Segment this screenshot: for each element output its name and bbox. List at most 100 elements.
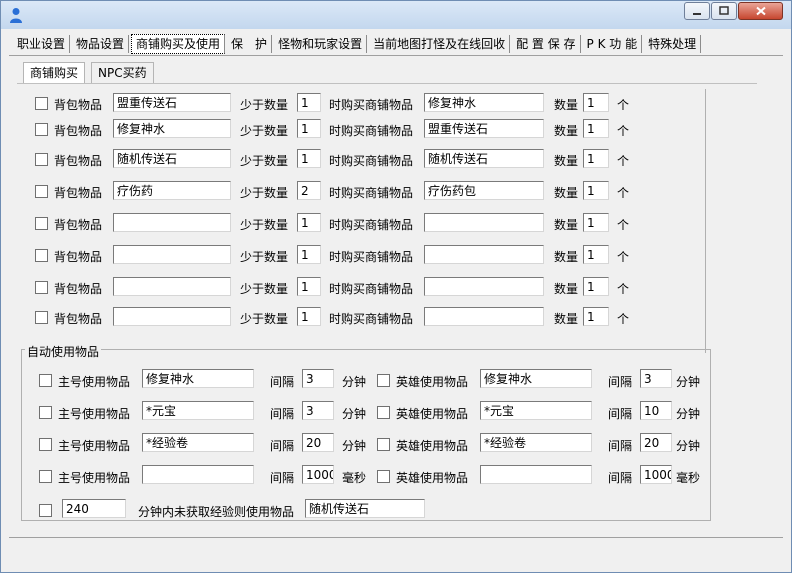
quantity-label: 数量	[554, 312, 579, 326]
min-quantity-input[interactable]: 1	[297, 93, 321, 112]
buy-shop-item-label: 时购买商铺物品	[329, 154, 414, 168]
hero-interval-input[interactable]: 3	[640, 369, 672, 388]
main-use-checkbox[interactable]	[39, 406, 52, 419]
bag-item-label: 背包物品	[54, 312, 103, 326]
hero-interval-label: 间隔	[608, 439, 633, 453]
hero-interval-input[interactable]: 10	[640, 401, 672, 420]
min-quantity-input[interactable]: 1	[297, 119, 321, 138]
shop-item-input[interactable]: 疗伤药包	[424, 181, 544, 200]
main-use-checkbox[interactable]	[39, 470, 52, 483]
hero-interval-unit: 分钟	[676, 439, 701, 453]
no-exp-minutes-input[interactable]: 240	[62, 499, 126, 518]
minimize-button[interactable]	[684, 2, 710, 20]
less-than-label: 少于数量	[240, 154, 289, 168]
hero-interval-unit: 毫秒	[676, 471, 701, 485]
shop-item-input[interactable]: 随机传送石	[424, 149, 544, 168]
main-use-item-input[interactable]: *元宝	[142, 401, 254, 420]
purchase-enable-checkbox[interactable]	[35, 153, 48, 166]
tab-items[interactable]: 物品设置	[72, 35, 130, 53]
status-bar	[9, 537, 783, 566]
shop-item-input[interactable]: 修复神水	[424, 93, 544, 112]
purchase-enable-checkbox[interactable]	[35, 123, 48, 136]
hero-use-item-input[interactable]: 修复神水	[480, 369, 592, 388]
main-interval-label: 间隔	[270, 439, 295, 453]
subtab-shop-buy[interactable]: 商铺购买	[23, 62, 86, 83]
hero-use-item-input[interactable]: *元宝	[480, 401, 592, 420]
hero-use-checkbox[interactable]	[377, 374, 390, 387]
buy-quantity-input[interactable]: 1	[583, 93, 609, 112]
min-quantity-input[interactable]: 1	[297, 277, 321, 296]
main-interval-input[interactable]: 20	[302, 433, 334, 452]
tab-shop[interactable]: 商铺购买及使用	[131, 34, 226, 54]
shop-item-input[interactable]	[424, 245, 544, 264]
bag-item-input[interactable]: 疗伤药	[113, 181, 231, 200]
tab-job[interactable]: 职业设置	[13, 35, 71, 53]
purchase-enable-checkbox[interactable]	[35, 311, 48, 324]
hero-interval-input[interactable]: 20	[640, 433, 672, 452]
shop-item-input[interactable]	[424, 277, 544, 296]
close-button[interactable]	[738, 2, 783, 20]
main-use-item-input[interactable]: 修复神水	[142, 369, 254, 388]
buy-quantity-input[interactable]: 1	[583, 149, 609, 168]
bag-item-input[interactable]: 修复神水	[113, 119, 231, 138]
main-interval-input[interactable]: 3	[302, 369, 334, 388]
hero-use-checkbox[interactable]	[377, 470, 390, 483]
shop-item-input[interactable]	[424, 307, 544, 326]
hero-use-checkbox[interactable]	[377, 406, 390, 419]
main-use-checkbox[interactable]	[39, 438, 52, 451]
purchase-enable-checkbox[interactable]	[35, 185, 48, 198]
buy-shop-item-label: 时购买商铺物品	[329, 250, 414, 264]
min-quantity-input[interactable]: 2	[297, 181, 321, 200]
main-interval-input[interactable]: 1000	[302, 465, 334, 484]
tab-map[interactable]: 当前地图打怪及在线回收	[369, 35, 511, 53]
buy-quantity-input[interactable]: 1	[583, 181, 609, 200]
tab-config[interactable]: 配 置 保 存	[512, 35, 581, 53]
no-exp-item-input[interactable]: 随机传送石	[305, 499, 425, 518]
buy-quantity-input[interactable]: 1	[583, 213, 609, 232]
purchase-enable-checkbox[interactable]	[35, 217, 48, 230]
min-quantity-input[interactable]: 1	[297, 245, 321, 264]
purchase-enable-checkbox[interactable]	[35, 97, 48, 110]
no-exp-checkbox[interactable]	[39, 504, 52, 517]
main-interval-input[interactable]: 3	[302, 401, 334, 420]
tab-special[interactable]: 特殊处理	[644, 35, 702, 53]
shop-item-input[interactable]: 盟重传送石	[424, 119, 544, 138]
hero-use-item-input[interactable]	[480, 465, 592, 484]
main-use-checkbox[interactable]	[39, 374, 52, 387]
purchase-enable-checkbox[interactable]	[35, 249, 48, 262]
buy-quantity-input[interactable]: 1	[583, 245, 609, 264]
auto-use-legend: 自动使用物品	[25, 343, 102, 360]
bag-item-input[interactable]	[113, 277, 231, 296]
no-exp-label: 分钟内未获取经验则使用物品	[138, 505, 295, 519]
hero-interval-unit: 分钟	[676, 407, 701, 421]
hero-interval-input[interactable]: 1000	[640, 465, 672, 484]
tab-monsters[interactable]: 怪物和玩家设置	[274, 35, 368, 53]
bag-item-input[interactable]: 盟重传送石	[113, 93, 231, 112]
hero-use-checkbox[interactable]	[377, 438, 390, 451]
hero-use-label: 英雄使用物品	[396, 439, 469, 453]
shop-item-input[interactable]	[424, 213, 544, 232]
min-quantity-input[interactable]: 1	[297, 149, 321, 168]
buy-quantity-input[interactable]: 1	[583, 307, 609, 326]
bag-item-input[interactable]	[113, 213, 231, 232]
bag-item-input[interactable]	[113, 307, 231, 326]
buy-quantity-input[interactable]: 1	[583, 119, 609, 138]
buy-quantity-input[interactable]: 1	[583, 277, 609, 296]
subtab-npc-buy[interactable]: NPC买药	[91, 62, 154, 83]
min-quantity-input[interactable]: 1	[297, 307, 321, 326]
main-use-item-input[interactable]: *经验卷	[142, 433, 254, 452]
purchase-enable-checkbox[interactable]	[35, 281, 48, 294]
tab-pk[interactable]: P K 功 能	[583, 35, 643, 53]
main-use-label: 主号使用物品	[58, 375, 131, 389]
main-interval-label: 间隔	[270, 375, 295, 389]
maximize-button[interactable]	[711, 2, 737, 20]
main-use-item-input[interactable]	[142, 465, 254, 484]
quantity-label: 数量	[554, 98, 579, 112]
bag-item-input[interactable]	[113, 245, 231, 264]
less-than-label: 少于数量	[240, 124, 289, 138]
hero-use-item-input[interactable]: *经验卷	[480, 433, 592, 452]
bag-item-input[interactable]: 随机传送石	[113, 149, 231, 168]
main-interval-unit: 毫秒	[342, 471, 367, 485]
tab-protect[interactable]: 保 护	[227, 35, 273, 53]
min-quantity-input[interactable]: 1	[297, 213, 321, 232]
